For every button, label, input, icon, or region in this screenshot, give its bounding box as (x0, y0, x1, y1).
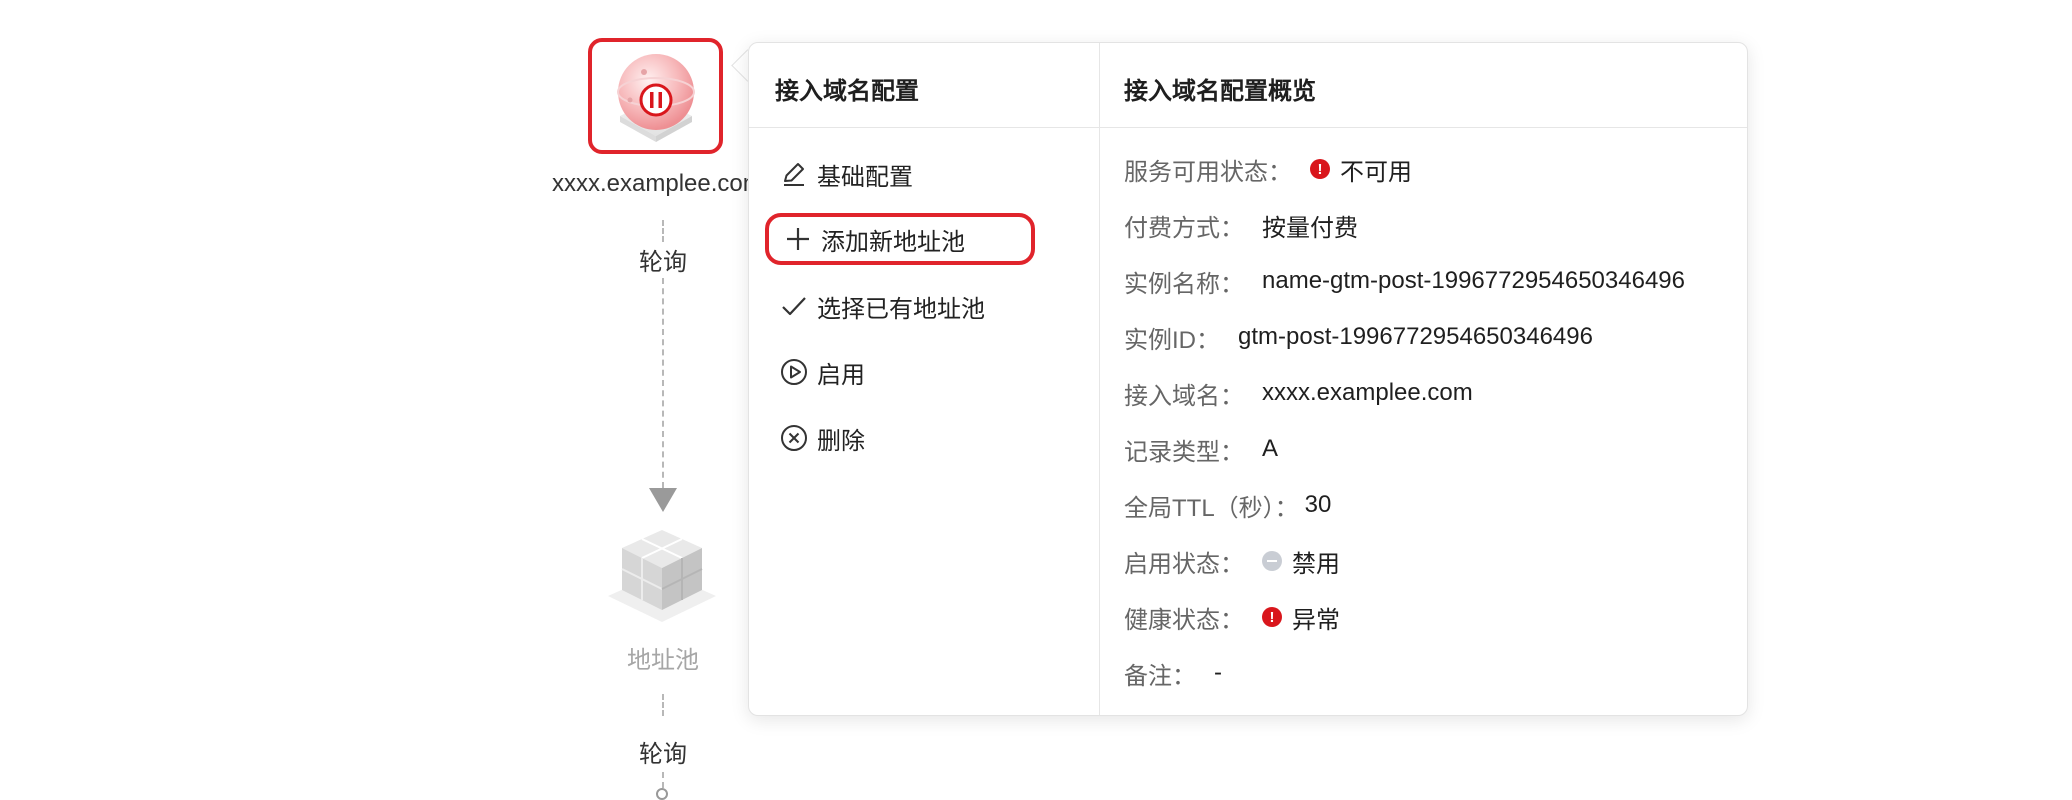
header-divider (749, 127, 1747, 128)
info-value: 按量付费 (1262, 214, 1358, 242)
info-value: 30 (1304, 491, 1332, 518)
edit-icon (784, 163, 804, 186)
connector-line (662, 220, 664, 242)
info-key: 实例ID： (1124, 326, 1220, 354)
info-row-instance-id: 实例ID： gtm-post-1996772954650346496 (1124, 317, 1593, 357)
info-value: 禁用 (1262, 544, 1340, 579)
connector-line (662, 694, 664, 716)
info-value: - (1214, 659, 1222, 686)
close-circle-icon (781, 425, 807, 451)
domain-node-label: xxxx.examplee.com (552, 170, 752, 197)
check-icon (782, 297, 806, 316)
menu-item-enable[interactable]: 启用 (779, 347, 1109, 397)
overview-title: 接入域名配置概览 (1124, 78, 1316, 105)
info-key: 启用状态： (1124, 550, 1244, 578)
domain-config-popover: 接入域名配置 接入域名配置概览 基础配置 添加新地址池 选择已有地址池 启用 删… (748, 42, 1748, 716)
info-value: name-gtm-post-1996772954650346496 (1262, 267, 1685, 294)
info-value: ! 不可用 (1310, 152, 1412, 187)
menu-item-add-new-pool[interactable]: 添加新地址池 (765, 213, 1035, 265)
info-row-remark: 备注： - (1124, 653, 1222, 693)
paused-domain-globe-icon[interactable] (600, 42, 712, 154)
address-pool-cube-icon[interactable] (600, 518, 724, 630)
connector-line (662, 278, 664, 488)
info-value: A (1262, 435, 1279, 462)
info-value: gtm-post-1996772954650346496 (1238, 323, 1593, 350)
menu-item-select-existing-pool[interactable]: 选择已有地址池 (779, 281, 1109, 331)
arrow-down-icon (649, 488, 677, 512)
info-row-access-domain: 接入域名： xxxx.examplee.com (1124, 373, 1473, 413)
info-row-instance-name: 实例名称： name-gtm-post-1996772954650346496 (1124, 261, 1685, 301)
poll-label: 轮询 (630, 734, 696, 769)
menu-item-delete[interactable]: 删除 (779, 413, 1109, 463)
menu-title: 接入域名配置 (775, 78, 919, 105)
info-key: 实例名称： (1124, 270, 1244, 298)
info-row-enable-status: 启用状态： 禁用 (1124, 541, 1340, 581)
info-key: 全局TTL（秒）： (1124, 494, 1299, 522)
menu-item-label: 选择已有地址池 (817, 295, 985, 323)
info-value: xxxx.examplee.com (1262, 379, 1473, 406)
info-key: 付费方式： (1124, 214, 1244, 242)
info-key: 服务可用状态： (1124, 158, 1292, 186)
info-key: 记录类型： (1124, 438, 1244, 466)
address-pool-label: 地址池 (627, 647, 699, 674)
info-value-text: 禁用 (1292, 550, 1340, 578)
info-row-service-availability: 服务可用状态： ! 不可用 (1124, 149, 1412, 189)
plus-icon (787, 228, 809, 250)
info-row-billing-method: 付费方式： 按量付费 (1124, 205, 1358, 245)
info-value: ! 异常 (1262, 600, 1340, 635)
info-row-health-status: 健康状态： ! 异常 (1124, 597, 1340, 637)
connector-line (662, 772, 664, 788)
info-key: 健康状态： (1124, 606, 1244, 634)
error-status-icon: ! (1310, 159, 1330, 179)
info-value-text: 异常 (1292, 606, 1340, 634)
info-row-global-ttl: 全局TTL（秒）： 30 (1124, 485, 1331, 525)
error-status-icon: ! (1262, 607, 1282, 627)
info-key: 接入域名： (1124, 382, 1244, 410)
menu-item-label: 基础配置 (817, 163, 913, 191)
menu-item-label: 启用 (817, 361, 865, 389)
info-value-text: 不可用 (1340, 158, 1412, 186)
poll-label: 轮询 (630, 242, 696, 277)
menu-item-label: 删除 (817, 427, 865, 455)
menu-item-label: 添加新地址池 (821, 228, 965, 256)
info-key: 备注： (1124, 662, 1196, 690)
next-node-dot (656, 788, 668, 800)
info-row-record-type: 记录类型： A (1124, 429, 1278, 469)
menu-item-basic-config[interactable]: 基础配置 (779, 149, 1109, 199)
play-circle-icon (781, 359, 807, 385)
disabled-status-icon (1262, 551, 1282, 571)
